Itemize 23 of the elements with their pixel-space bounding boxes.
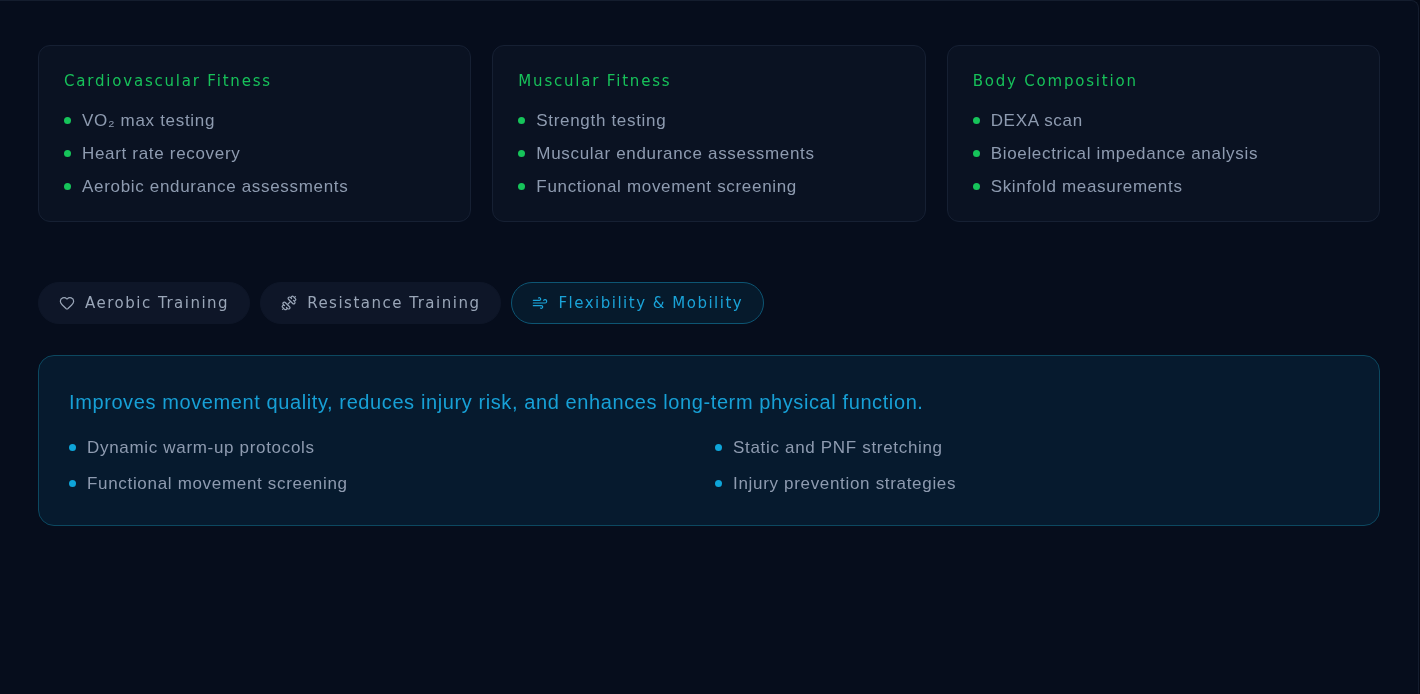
- dumbbell-icon: [281, 295, 298, 311]
- card-title: Body Composition: [972, 71, 1138, 91]
- wind-icon: [532, 295, 549, 311]
- list-item-text: Heart rate recovery: [82, 142, 241, 165]
- list-item-text: VO₂ max testing: [82, 109, 215, 132]
- list-item-text: Static and PNF stretching: [733, 436, 943, 459]
- training-tab[interactable]: Flexibility & Mobility: [511, 282, 765, 324]
- list-item-text: Aerobic endurance assessments: [82, 175, 349, 198]
- list-item-text: DEXA scan: [990, 109, 1083, 132]
- training-tab[interactable]: Aerobic Training: [38, 282, 251, 324]
- list-item-text: Dynamic warm-up protocols: [87, 436, 315, 459]
- list-item-text: Functional movement screening: [536, 175, 797, 198]
- list-item-text: Bioelectrical impedance analysis: [990, 142, 1259, 165]
- training-tab[interactable]: Resistance Training: [260, 282, 502, 324]
- list-item-text: Injury prevention strategies: [733, 472, 957, 495]
- list-item-text: Functional movement screening: [87, 472, 348, 495]
- heart-icon: [59, 295, 75, 311]
- list-item-text: Strength testing: [536, 109, 667, 132]
- list-item-text: Skinfold measurements: [990, 175, 1183, 198]
- panel-description: Improves movement quality, reduces injury risk, and enhances long-term physical function.: [69, 390, 924, 415]
- list-item-text: Muscular endurance assessments: [536, 142, 815, 165]
- card-title: Muscular Fitness: [518, 71, 672, 91]
- card-title: Cardiovascular Fitness: [64, 71, 272, 91]
